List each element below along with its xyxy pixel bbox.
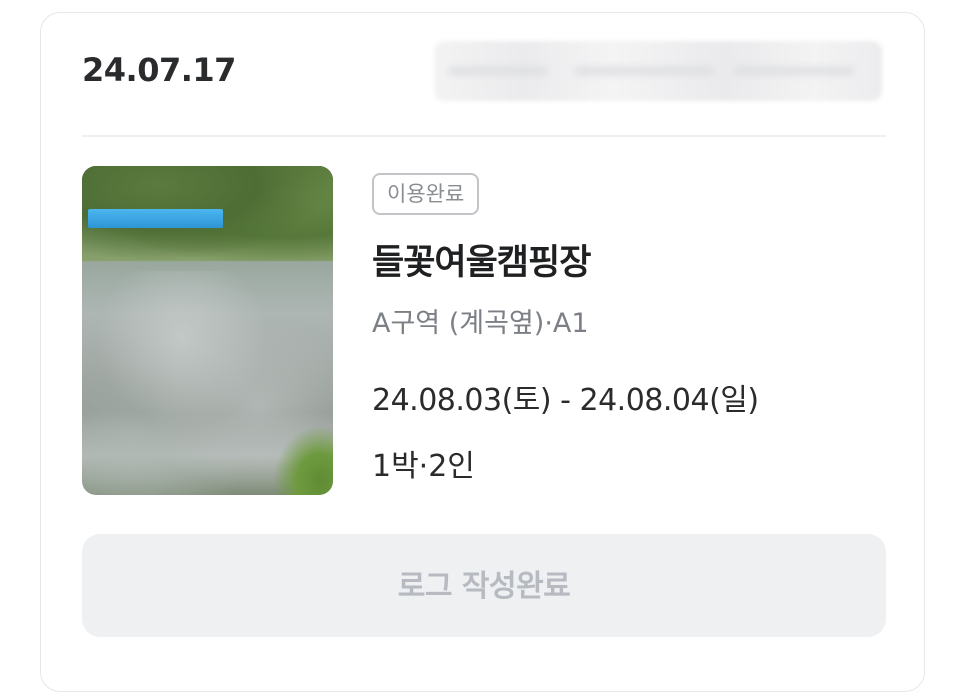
nights-guests: 1박·2인 xyxy=(372,449,475,484)
reservation-card: 24.07.17 이용완료 들꽃여울캠핑장 A구역 (계곡옆)·A1 24.08… xyxy=(40,12,925,692)
campsite-thumbnail[interactable] xyxy=(82,166,333,495)
divider xyxy=(82,135,886,137)
log-complete-button[interactable]: 로그 작성완료 xyxy=(82,534,886,637)
order-date: 24.07.17 xyxy=(82,51,236,89)
stay-dates: 24.08.03(토) - 24.08.04(일) xyxy=(372,383,759,418)
blurred-order-info xyxy=(434,41,882,101)
status-badge: 이용완료 xyxy=(372,173,480,215)
zone-site-label: A구역 (계곡옆)·A1 xyxy=(372,308,589,339)
campsite-name[interactable]: 들꽃여울캠핑장 xyxy=(372,234,591,285)
